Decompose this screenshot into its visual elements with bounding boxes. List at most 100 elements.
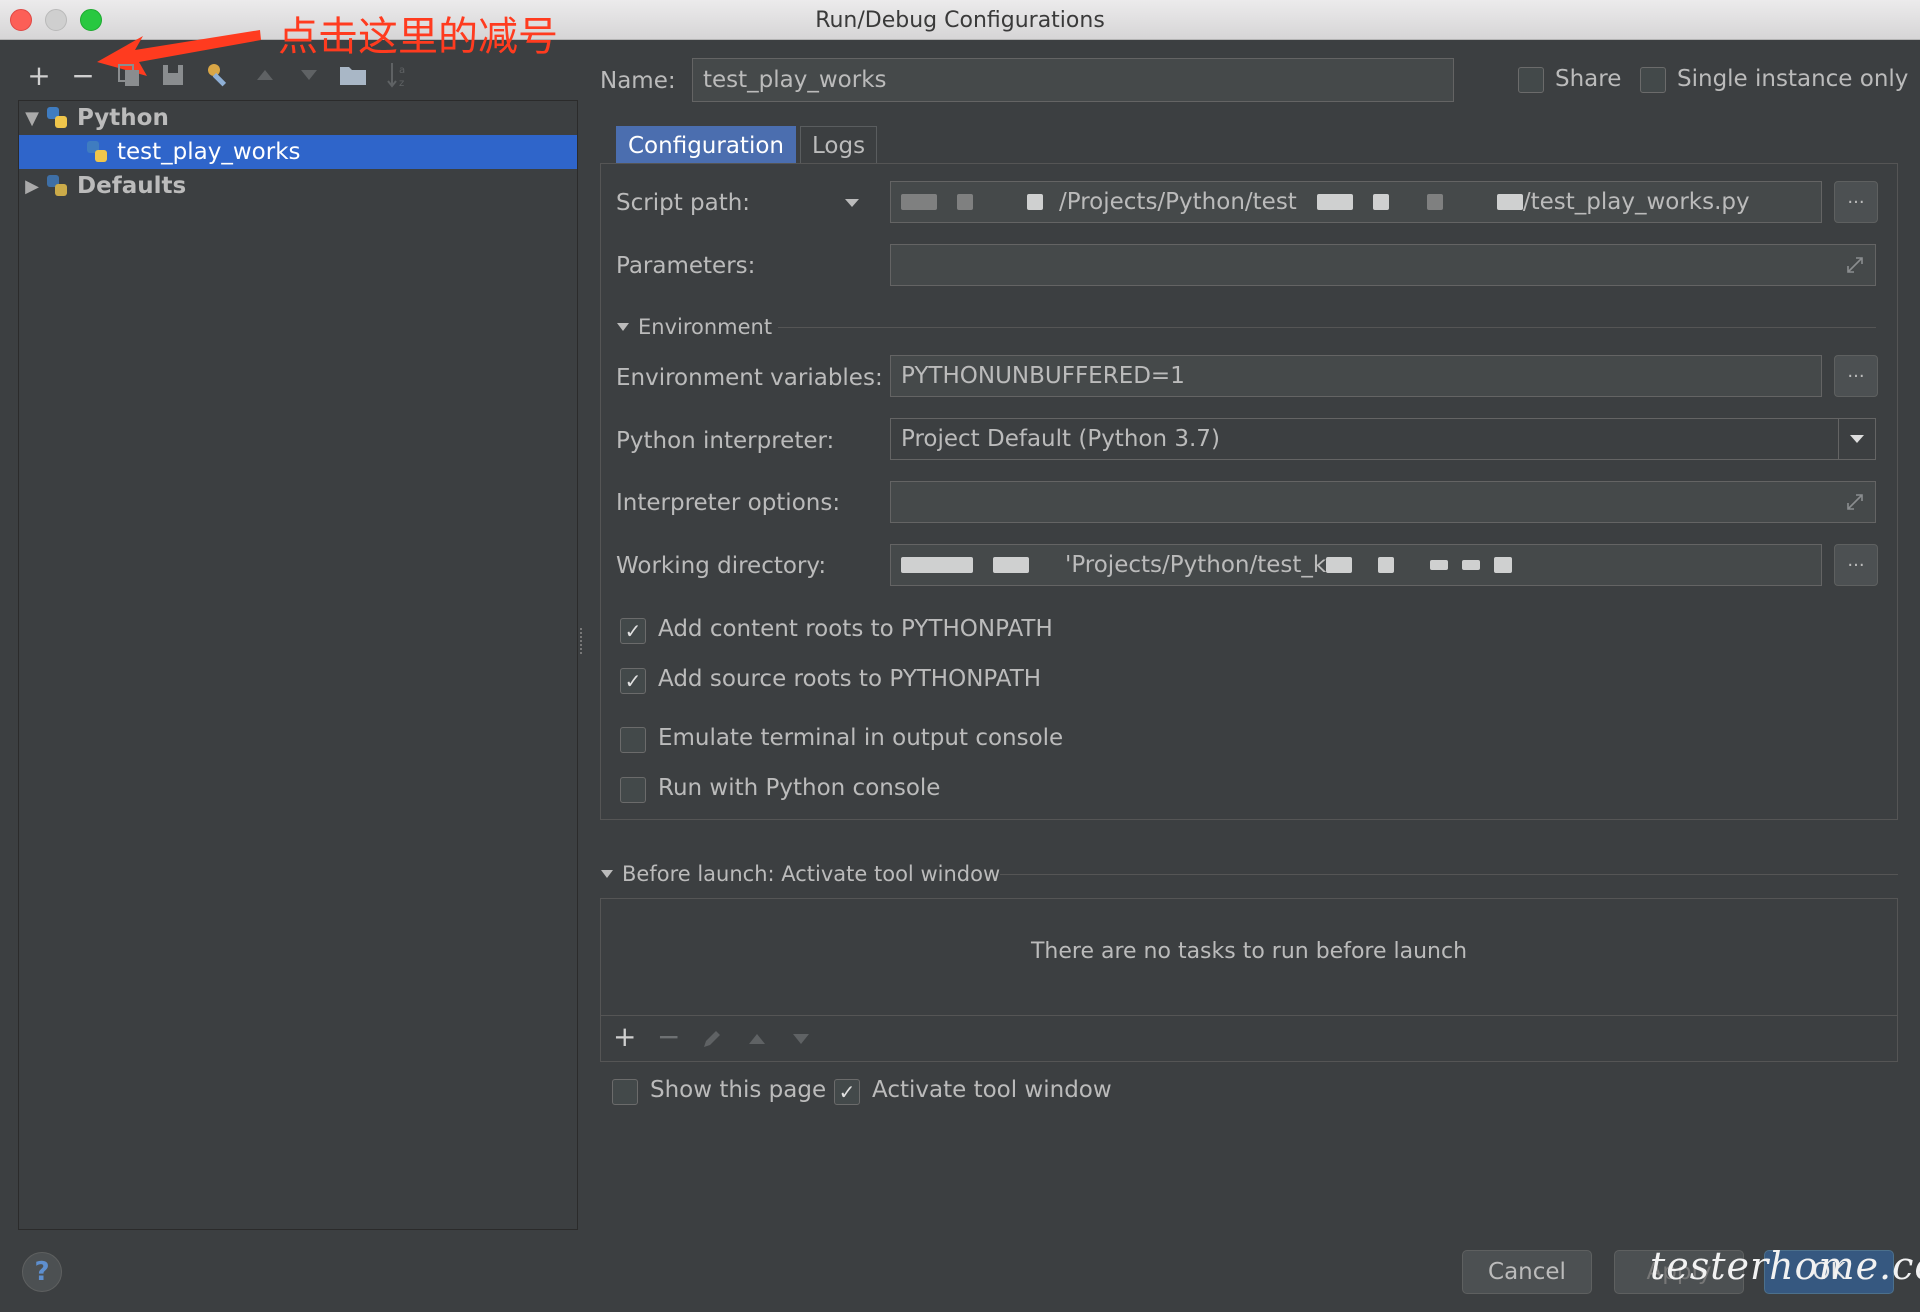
python-run-config-icon <box>85 140 109 164</box>
add-task-icon[interactable]: + <box>613 1020 636 1053</box>
empty-tasks-text: There are no tasks to run before launch <box>1030 939 1468 964</box>
script-path-text-a: /Projects/Python/test <box>1059 189 1297 215</box>
working-dir-label: Working directory: <box>616 553 827 579</box>
content-roots-checkbox[interactable]: ✓ <box>620 618 646 644</box>
env-vars-input[interactable]: PYTHONUNBUFFERED=1 <box>890 355 1822 397</box>
expand-caret-icon[interactable]: ▼ <box>19 108 45 129</box>
blurred-path-segment <box>1027 194 1043 210</box>
environment-section-title: Environment <box>638 315 773 339</box>
interpreter-label: Python interpreter: <box>616 428 835 454</box>
activate-tool-window-label: Activate tool window <box>872 1077 1112 1103</box>
blurred-path-segment <box>1316 194 1353 210</box>
save-configuration-icon[interactable] <box>156 58 190 92</box>
before-launch-task-list: There are no tasks to run before launch <box>600 898 1898 1016</box>
single-instance-checkbox[interactable] <box>1640 67 1666 93</box>
watermark-text: testerhome.com <box>1650 1244 1920 1288</box>
interpreter-dropdown-icon[interactable] <box>1838 419 1875 459</box>
script-path-label: Script path: <box>616 190 751 216</box>
source-roots-label: Add source roots to PYTHONPATH <box>658 666 1042 692</box>
share-label: Share <box>1555 66 1622 92</box>
tree-item-defaults[interactable]: ▶ Defaults <box>19 169 577 203</box>
cancel-button[interactable]: Cancel <box>1462 1250 1592 1294</box>
tree-item-test-play-works[interactable]: test_play_works <box>19 135 577 169</box>
move-task-up-icon[interactable] <box>747 1032 767 1046</box>
tab-configuration[interactable]: Configuration <box>616 126 796 164</box>
interpreter-options-label: Interpreter options: <box>616 490 841 516</box>
name-input[interactable]: test_play_works <box>692 58 1454 102</box>
env-vars-label: Environment variables: <box>616 365 883 391</box>
blurred-path-segment <box>1326 557 1353 573</box>
python-icon <box>45 106 69 130</box>
edit-defaults-icon[interactable] <box>202 58 236 92</box>
move-down-icon[interactable] <box>292 58 326 92</box>
help-button[interactable]: ? <box>22 1252 62 1292</box>
move-up-icon[interactable] <box>248 58 282 92</box>
show-page-label: Show this page <box>650 1077 827 1103</box>
blurred-path-segment <box>993 557 1029 573</box>
blurred-path-segment <box>1426 194 1443 210</box>
blurred-path-segment <box>901 557 973 573</box>
before-launch-divider <box>1000 874 1898 875</box>
expand-parameters-icon[interactable] <box>1846 256 1864 274</box>
interpreter-options-input[interactable] <box>890 481 1876 523</box>
python-console-label: Run with Python console <box>658 775 941 801</box>
blurred-path-segment <box>1462 560 1481 570</box>
run-debug-dialog: Run/Debug Configurations 点击这里的减号 + − az … <box>0 0 1920 1312</box>
sort-alpha-icon[interactable]: az <box>382 58 416 92</box>
blurred-path-segment <box>1378 557 1395 573</box>
activate-tool-window-checkbox[interactable]: ✓ <box>834 1079 860 1105</box>
show-page-checkbox[interactable] <box>612 1079 638 1105</box>
single-instance-label: Single instance only <box>1677 66 1909 92</box>
blurred-path-segment <box>1496 194 1523 210</box>
tab-logs[interactable]: Logs <box>799 126 878 164</box>
script-path-input[interactable]: /Projects/Python/test /test_play_works.p… <box>890 181 1822 223</box>
pane-splitter[interactable] <box>580 628 586 654</box>
emulate-terminal-checkbox[interactable] <box>620 727 646 753</box>
blurred-path-segment <box>901 194 937 210</box>
environment-divider <box>778 327 1876 328</box>
remove-task-icon[interactable]: − <box>657 1020 680 1053</box>
svg-text:a: a <box>399 65 405 76</box>
before-launch-toolbar: + − <box>600 1016 1898 1062</box>
folder-icon[interactable] <box>336 58 370 92</box>
config-tabs: Configuration Logs <box>616 126 881 164</box>
move-task-down-icon[interactable] <box>791 1032 811 1046</box>
working-dir-text: 'Projects/Python/test_k <box>1065 552 1327 578</box>
tree-item-label: Defaults <box>77 173 187 199</box>
share-checkbox[interactable] <box>1518 67 1544 93</box>
environment-collapse-icon[interactable] <box>616 322 630 332</box>
before-launch-title: Before launch: Activate tool window <box>622 862 1001 886</box>
blurred-path-segment <box>1372 194 1389 210</box>
collapse-caret-icon[interactable]: ▶ <box>19 176 45 197</box>
script-path-dropdown-icon[interactable] <box>844 198 860 208</box>
script-path-text-b: /test_play_works.py <box>1522 189 1750 215</box>
configuration-tree: ▼ Python test_play_works ▶ Defaults <box>18 100 578 1230</box>
working-dir-input[interactable]: 'Projects/Python/test_k <box>890 544 1822 586</box>
blurred-path-segment <box>957 194 973 210</box>
script-path-browse-button[interactable]: ··· <box>1834 181 1878 223</box>
tree-item-python[interactable]: ▼ Python <box>19 101 577 135</box>
svg-text:z: z <box>399 78 404 89</box>
blurred-path-segment <box>1430 560 1449 570</box>
source-roots-checkbox[interactable]: ✓ <box>620 668 646 694</box>
working-dir-browse-button[interactable]: ··· <box>1834 544 1878 586</box>
annotation-text: 点击这里的减号 <box>278 14 558 60</box>
env-vars-edit-button[interactable]: ··· <box>1834 355 1878 397</box>
parameters-label: Parameters: <box>616 253 756 279</box>
emulate-terminal-label: Emulate terminal in output console <box>658 725 1064 751</box>
defaults-wrench-icon <box>45 174 69 198</box>
edit-task-icon[interactable] <box>701 1028 723 1050</box>
before-launch-collapse-icon[interactable] <box>600 869 614 879</box>
name-label: Name: <box>600 68 676 94</box>
tree-item-label: Python <box>77 105 169 131</box>
tree-item-label: test_play_works <box>117 139 301 165</box>
content-roots-label: Add content roots to PYTHONPATH <box>658 616 1053 642</box>
interpreter-select[interactable]: Project Default (Python 3.7) <box>890 418 1876 460</box>
copy-configuration-icon[interactable] <box>112 58 146 92</box>
python-console-checkbox[interactable] <box>620 777 646 803</box>
remove-configuration-icon[interactable]: − <box>66 58 100 92</box>
parameters-input[interactable] <box>890 244 1876 286</box>
add-configuration-icon[interactable]: + <box>22 58 56 92</box>
blurred-path-segment <box>1494 557 1513 573</box>
expand-interpreter-options-icon[interactable] <box>1846 493 1864 511</box>
